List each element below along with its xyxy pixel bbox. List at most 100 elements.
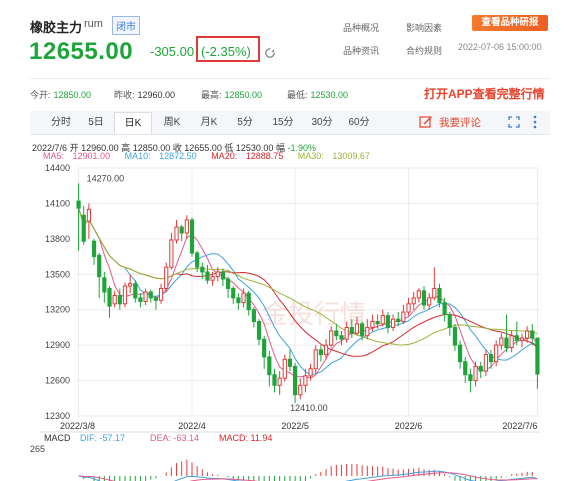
candle-up	[303, 375, 308, 386]
candle-down	[535, 337, 540, 375]
kline-chart[interactable]: 金投行情 14400 14100 13800 13500 13200 12900 12600…	[0, 160, 575, 481]
market-status-badge: 闭市	[112, 16, 140, 35]
stat-open-label: 今开:	[30, 90, 51, 100]
macd-dif-value: -57.17	[100, 433, 126, 443]
candle-up	[416, 290, 421, 299]
candle-down	[138, 297, 143, 302]
candle-up	[122, 285, 128, 305]
candle-up	[241, 292, 246, 304]
link-product-news[interactable]: 品种资讯	[343, 44, 379, 57]
stat-low: 最低: 12530.00	[287, 88, 348, 101]
candle-up	[427, 297, 432, 306]
candle-down	[530, 330, 535, 339]
macd-value-number: 11.94	[251, 433, 273, 443]
candle-up	[128, 283, 133, 287]
y-tick-label: 12300	[45, 411, 70, 421]
candle-down	[272, 374, 277, 386]
candle-down	[179, 226, 184, 234]
candle-up	[313, 349, 318, 370]
candle-down	[81, 214, 86, 242]
candle-up	[406, 303, 411, 313]
candle-down	[148, 291, 153, 299]
stat-high: 最高: 12850.00	[201, 88, 262, 101]
candle-up	[499, 337, 504, 346]
open-app-link[interactable]: 打开APP查看完整行情	[424, 85, 545, 102]
link-product-overview[interactable]: 品种概况	[343, 21, 379, 34]
candle-down	[195, 252, 200, 268]
tab-5min[interactable]: 5分	[228, 112, 262, 134]
max-price-label: 14270.00	[87, 173, 125, 183]
candle-up	[158, 287, 164, 301]
tab-monthly-k[interactable]: 月K	[192, 112, 226, 134]
candle-down	[76, 200, 81, 209]
candle-up	[370, 321, 375, 328]
edit-icon	[419, 116, 432, 128]
comment-button[interactable]: 我要评论	[419, 113, 481, 133]
last-price: 12655.00	[29, 38, 134, 65]
stat-prev-close: 昨收: 12960.00	[114, 88, 175, 101]
x-tick-label: 2022/7/6	[502, 421, 537, 431]
instrument-code: rum	[84, 18, 103, 30]
tab-30min[interactable]: 30分	[304, 112, 340, 134]
refresh-icon[interactable]	[264, 47, 276, 59]
macd-name: MACD	[44, 433, 71, 443]
candle-up	[411, 297, 416, 305]
candle-down	[421, 290, 427, 306]
link-contract-rules[interactable]: 合约规则	[406, 44, 442, 57]
candle-up	[174, 226, 179, 241]
candle-down	[220, 271, 226, 280]
tab-60min[interactable]: 60分	[342, 112, 376, 134]
tab-15min[interactable]: 15分	[264, 112, 302, 134]
candlesticks	[76, 183, 540, 404]
comment-label: 我要评论	[439, 117, 481, 129]
candle-down	[478, 365, 483, 372]
chart-annotations: 14270.00 12410.00	[87, 173, 328, 413]
tab-weekly-k[interactable]: 周K	[154, 112, 190, 134]
candle-down	[437, 287, 442, 304]
y-tick-label: 12900	[45, 340, 70, 350]
candle-down	[97, 254, 102, 278]
candle-down	[262, 338, 267, 358]
y-tick-label: 12600	[45, 376, 70, 386]
candle-down	[349, 326, 354, 334]
view-research-button[interactable]: 查看品种研报	[472, 15, 548, 31]
candle-up	[169, 239, 174, 268]
watermark-text: 金投行情	[262, 299, 366, 329]
tab-5day[interactable]: 5日	[80, 112, 112, 134]
candle-up	[112, 295, 117, 305]
quote-header: 橡胶主力 rum 闭市 12655.00 -305.00 (-2.35%) 品种…	[0, 0, 575, 78]
fullscreen-icon[interactable]	[508, 116, 520, 128]
candle-up	[277, 377, 282, 386]
candle-up	[432, 287, 437, 299]
tab-daily-k[interactable]: 日K	[114, 112, 152, 134]
candle-down	[231, 287, 236, 299]
ma10-line	[78, 208, 538, 376]
candle-down	[102, 277, 107, 293]
candle-down	[267, 356, 272, 376]
link-influence-factors[interactable]: 影响因素	[406, 21, 442, 34]
candle-down	[236, 297, 241, 304]
more-options-icon[interactable]	[531, 113, 539, 131]
candle-up	[164, 266, 169, 289]
instrument-name: 橡胶主力	[30, 20, 83, 35]
candle-up	[329, 330, 334, 346]
stat-low-label: 最低:	[287, 90, 308, 100]
candle-up	[525, 330, 530, 339]
candle-down	[189, 219, 195, 254]
macd-value-label: MACD:	[219, 433, 248, 443]
candle-down	[91, 240, 97, 258]
price-change: -305.00	[150, 44, 195, 59]
macd-value: MACD: 11.94	[219, 433, 272, 443]
candle-up	[473, 365, 478, 382]
macd-dif-label: DIF:	[80, 433, 97, 443]
y-tick-label: 13500	[45, 269, 70, 279]
stat-high-value: 12850.00	[224, 90, 263, 100]
candle-up	[143, 291, 148, 302]
tab-intraday[interactable]: 分时	[44, 112, 78, 134]
candle-down	[339, 335, 344, 340]
macd-axis-top: 265	[30, 444, 45, 454]
candle-up	[380, 315, 385, 325]
candle-up	[86, 208, 91, 222]
y-tick-label: 14400	[45, 163, 70, 173]
candle-down	[205, 271, 210, 281]
